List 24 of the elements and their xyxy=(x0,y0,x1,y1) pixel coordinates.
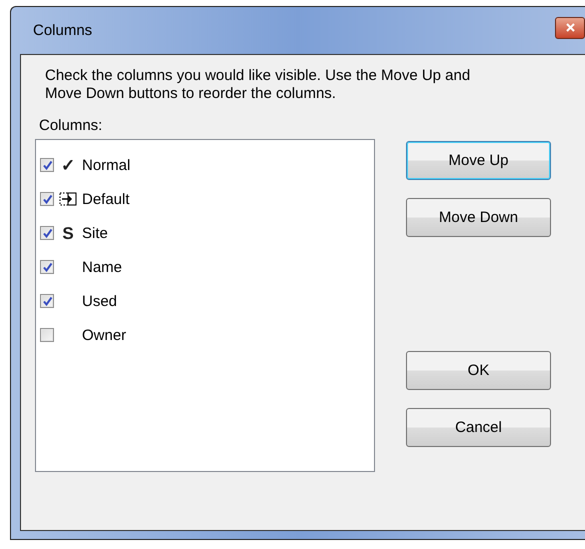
column-glyph: S xyxy=(62,224,74,242)
list-label: Columns: xyxy=(39,117,104,134)
checkbox[interactable] xyxy=(40,260,54,274)
arrow-box-icon xyxy=(59,192,77,206)
window-title: Columns xyxy=(32,22,92,39)
checkbox[interactable] xyxy=(40,328,54,342)
column-name[interactable]: Site xyxy=(82,224,108,242)
checkbox[interactable] xyxy=(40,226,54,240)
column-glyph: ✓ xyxy=(61,156,75,174)
checkbox[interactable] xyxy=(40,294,54,308)
instructions-text: Check the columns you would like visible. Use the Move Up and Move Down buttons to reorder the columns. xyxy=(45,67,472,103)
dialog-button[interactable]: Move Down xyxy=(406,198,551,237)
column-name[interactable]: Owner xyxy=(82,326,126,344)
close-button[interactable] xyxy=(555,16,585,38)
column-name[interactable]: Normal xyxy=(82,156,130,174)
column-name[interactable]: Used xyxy=(82,292,118,310)
dialog-button[interactable]: Cancel xyxy=(406,408,551,447)
close-icon xyxy=(566,23,574,32)
dialog-button[interactable]: Move Up xyxy=(406,141,551,180)
column-name[interactable]: Default xyxy=(82,190,130,208)
dialog-button[interactable]: OK xyxy=(406,351,551,390)
checkbox[interactable] xyxy=(40,192,54,206)
column-name[interactable]: Name xyxy=(82,258,122,276)
checkbox[interactable] xyxy=(40,158,54,172)
